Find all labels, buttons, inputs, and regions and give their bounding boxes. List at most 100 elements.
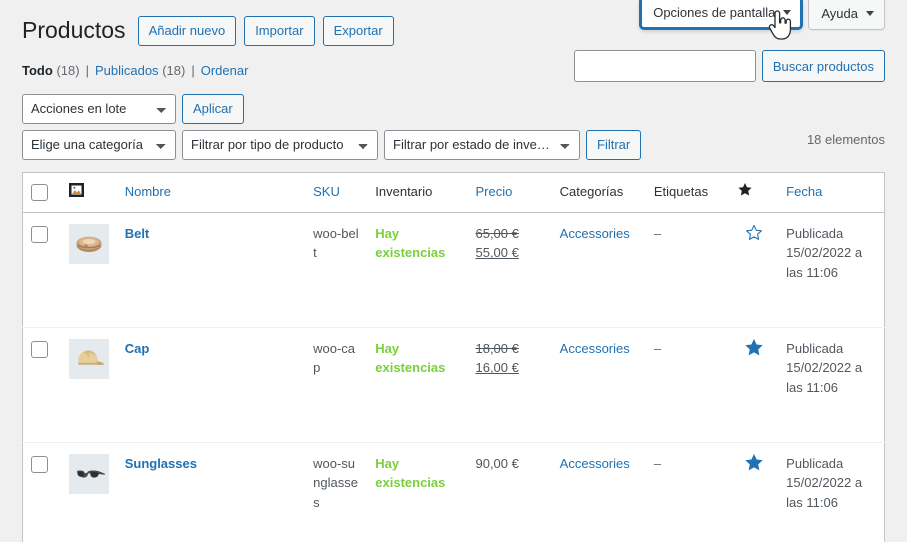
status-count-published: (18) — [162, 62, 186, 78]
row-name-cell: Cap — [117, 327, 305, 442]
status-link-all[interactable]: Todo — [22, 63, 53, 78]
row-featured-cell — [730, 327, 778, 442]
column-header-sku-link[interactable]: SKU — [313, 184, 340, 199]
status-link-all-item: Todo (18) — [22, 58, 80, 84]
product-date-status: Publicada — [786, 225, 844, 241]
product-category-link[interactable]: Accessories — [560, 456, 630, 471]
row-select-checkbox[interactable] — [31, 340, 48, 358]
help-label: Ayuda — [821, 6, 858, 21]
product-tags: – — [653, 455, 662, 471]
row-checkbox-cell — [23, 327, 61, 442]
row-sku-cell: woo-sunglasses — [305, 442, 367, 542]
search-box: Buscar productos — [573, 50, 885, 82]
product-sku: woo-belt — [313, 225, 359, 261]
chevron-down-icon — [783, 10, 792, 16]
search-input[interactable] — [573, 50, 756, 82]
row-inventory-cell: Hay existencias — [367, 212, 467, 327]
product-name-link[interactable]: Belt — [125, 226, 150, 241]
product-name-link[interactable]: Cap — [125, 341, 150, 356]
column-header-price-link[interactable]: Precio — [475, 184, 512, 199]
row-featured-cell — [730, 212, 778, 327]
filters-row: Elige una categoría Filtrar por tipo de … — [22, 129, 885, 160]
import-button[interactable]: Importar — [244, 16, 315, 46]
product-sku: woo-sunglasses — [313, 455, 358, 510]
row-select-checkbox[interactable] — [31, 455, 48, 473]
products-admin-page: Opciones de pantalla Ayuda Productos Aña… — [0, 0, 907, 542]
column-header-date-link[interactable]: Fecha — [786, 184, 822, 199]
screen-options-button[interactable]: Opciones de pantalla — [640, 0, 803, 29]
row-price-cell: 90,00 € — [467, 442, 551, 542]
featured-star-toggle[interactable] — [745, 224, 763, 241]
bulk-actions-select[interactable]: Acciones en lote — [22, 93, 176, 124]
featured-star-toggle[interactable] — [745, 453, 763, 471]
row-checkbox-cell — [23, 212, 61, 327]
status-separator: | — [85, 62, 89, 78]
row-name-cell: Sunglasses — [117, 442, 305, 542]
page-title: Productos — [22, 17, 126, 43]
column-header-name-link[interactable]: Nombre — [125, 184, 171, 199]
product-category-link[interactable]: Accessories — [560, 226, 630, 241]
column-header-price[interactable]: Precio — [467, 172, 552, 213]
row-select-checkbox[interactable] — [31, 225, 48, 243]
featured-star-toggle[interactable] — [745, 338, 763, 356]
row-tags-cell: – — [646, 442, 730, 542]
row-categories-cell: Accessories — [552, 442, 646, 542]
product-stock-status: Hay existencias — [375, 455, 446, 491]
table-nav-top: Acciones en lote Aplicar Elige una categ… — [22, 93, 885, 160]
row-date-cell: Publicada 15/02/2022 a las 11:06 — [778, 327, 884, 442]
product-thumbnail-sunglasses[interactable] — [68, 453, 109, 494]
product-tags: – — [653, 340, 662, 356]
table-row: Sunglasses woo-sunglasses Hay existencia… — [23, 442, 885, 542]
product-name-link[interactable]: Sunglasses — [125, 456, 197, 471]
product-type-filter-select[interactable]: Filtrar por tipo de producto — [182, 129, 378, 160]
table-row: Cap woo-cap Hay existencias 18,00 € 16,0… — [22, 327, 885, 443]
row-tags-cell: – — [646, 327, 730, 442]
status-count-all: (18) — [56, 62, 80, 78]
row-featured-cell — [730, 442, 778, 542]
row-date-cell: Publicada 15/02/2022 a las 11:06 — [778, 442, 884, 542]
column-header-categories: Categorías — [551, 172, 646, 213]
product-sku: woo-cap — [313, 340, 356, 376]
column-header-date[interactable]: Fecha — [778, 172, 885, 213]
column-header-name[interactable]: Nombre — [116, 172, 306, 213]
filter-button[interactable]: Filtrar — [586, 129, 642, 160]
row-thumbnail-cell — [61, 212, 117, 327]
column-header-checkbox — [22, 172, 61, 213]
row-price-cell: 18,00 € 16,00 € — [467, 327, 551, 442]
column-header-tags: Etiquetas — [645, 172, 731, 213]
product-date-value: 15/02/2022 a las 11:06 — [786, 360, 863, 395]
status-link-published-item: Publicados (18) — [95, 58, 185, 84]
row-tags-cell: – — [646, 212, 730, 327]
row-categories-cell: Accessories — [552, 212, 646, 327]
table-row: Belt woo-belt Hay existencias 65,00 € 55… — [22, 212, 885, 328]
select-all-checkbox[interactable] — [31, 183, 48, 201]
column-header-sku[interactable]: SKU — [305, 172, 368, 213]
page-wrap: Productos Añadir nuevo Importar Exportar… — [0, 0, 907, 542]
row-inventory-cell: Hay existencias — [367, 327, 467, 442]
row-sku-cell: woo-belt — [305, 212, 367, 327]
row-name-cell: Belt — [117, 212, 305, 327]
product-price: 90,00 € — [475, 455, 519, 471]
products-table-header-row: Nombre SKU Inventario Precio Categorías … — [22, 172, 885, 213]
screen-meta-links: Opciones de pantalla Ayuda — [640, 0, 885, 30]
product-thumbnail-belt[interactable] — [68, 223, 109, 264]
products-table: Nombre SKU Inventario Precio Categorías … — [22, 171, 885, 542]
search-submit-button[interactable]: Buscar productos — [761, 50, 885, 82]
screen-options-label: Opciones de pantalla — [653, 5, 776, 20]
row-inventory-cell: Hay existencias — [367, 442, 467, 542]
add-new-button[interactable]: Añadir nuevo — [137, 16, 237, 46]
product-tags: – — [653, 225, 662, 241]
product-category-link[interactable]: Accessories — [560, 341, 630, 356]
help-button[interactable]: Ayuda — [808, 0, 885, 30]
status-link-published[interactable]: Publicados — [95, 63, 159, 78]
row-thumbnail-cell — [61, 327, 117, 442]
category-filter-select[interactable]: Elige una categoría — [22, 129, 176, 160]
product-stock-status: Hay existencias — [375, 225, 446, 261]
status-link-sort[interactable]: Ordenar — [201, 63, 249, 78]
export-button[interactable]: Exportar — [322, 16, 394, 46]
product-price-sale: 55,00 € — [475, 245, 519, 261]
apply-bulk-action-button[interactable]: Aplicar — [182, 93, 244, 124]
stock-status-filter-select[interactable]: Filtrar por estado de inventario — [384, 129, 580, 160]
column-header-featured — [730, 172, 779, 213]
product-thumbnail-cap[interactable] — [68, 338, 109, 379]
